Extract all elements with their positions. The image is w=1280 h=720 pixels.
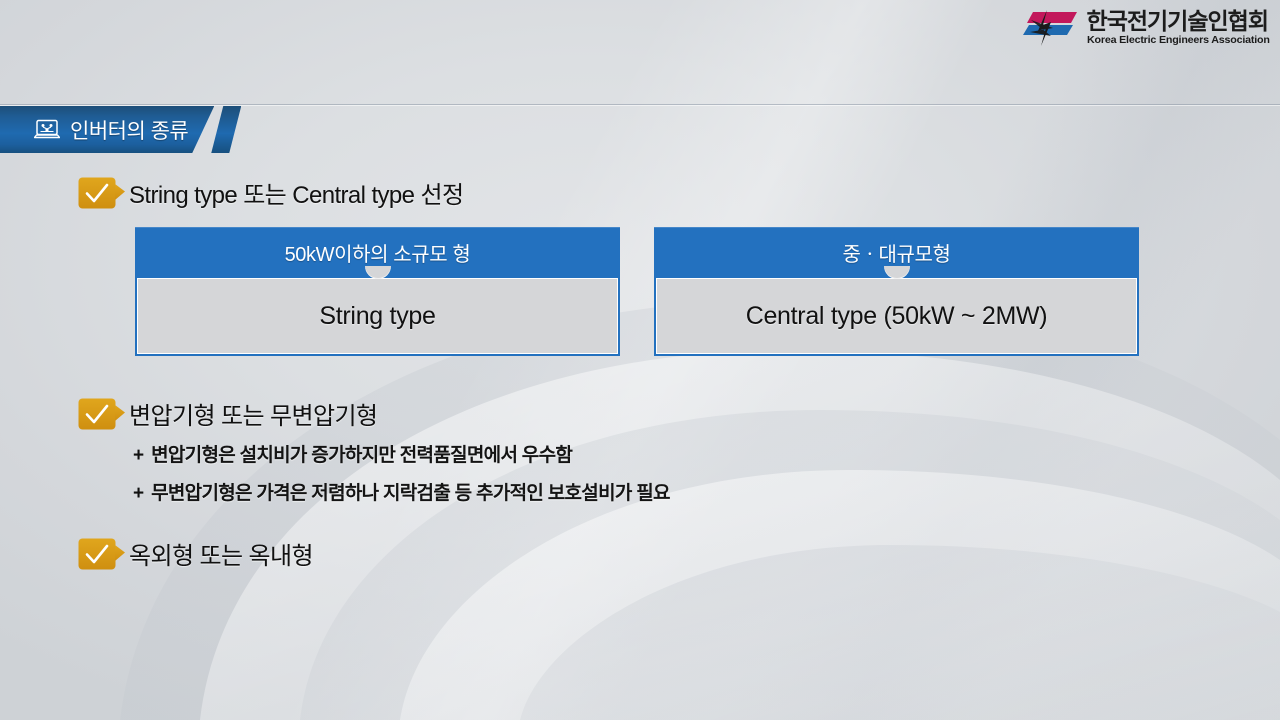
- bullet-item-2: 변압기형 또는 무변압기형: [78, 396, 378, 431]
- check-badge-icon: [78, 538, 125, 570]
- bullet-item-1: String type 또는 Central type 선정: [78, 175, 464, 210]
- section-header-body: 인버터의 종류: [0, 106, 214, 153]
- bullet-item-3: 옥외형 또는 옥내형: [78, 536, 314, 571]
- logo-name-english: Korea Electric Engineers Association: [1086, 34, 1270, 47]
- card-small-scale: 50kW이하의 소규모 형 String type: [135, 227, 620, 356]
- laptop-network-icon: [34, 119, 60, 141]
- card-large-body: Central type (50kW ~ 2MW): [654, 278, 1139, 356]
- check-badge-icon: [78, 398, 125, 430]
- bullet-label-2: 변압기형 또는 무변압기형: [129, 403, 378, 430]
- card-small-header: 50kW이하의 소규모 형: [135, 227, 620, 279]
- logo-text-block: 한국전기기술인협회 Korea Electric Engineers Assoc…: [1086, 8, 1270, 46]
- bullet-label-3: 옥외형 또는 옥내형: [129, 543, 314, 570]
- card-large-scale: 중ㆍ대규모형 Central type (50kW ~ 2MW): [654, 227, 1139, 356]
- card-large-header: 중ㆍ대규모형: [654, 227, 1139, 279]
- card-small-notch: [364, 266, 391, 279]
- bullet-label-1: String type 또는 Central type 선정: [129, 182, 464, 209]
- section-header-tab: 인버터의 종류: [0, 106, 242, 153]
- section-tab-slash: [211, 106, 242, 153]
- card-small-body: String type: [135, 278, 620, 356]
- sub-item-1: + 변압기형은 설치비가 증가하지만 전력품질면에서 우수함: [133, 440, 573, 467]
- logo-name-korean: 한국전기기술인협회: [1086, 8, 1269, 35]
- sub-item-label-2: 무변압기형은 가격은 저렴하나 지락검출 등 추가적인 보호설비가 필요: [151, 483, 670, 504]
- slide: 한국전기기술인협회 Korea Electric Engineers Assoc…: [0, 0, 1280, 720]
- sub-item-2: + 무변압기형은 가격은 저렴하나 지락검출 등 추가적인 보호설비가 필요: [133, 478, 670, 505]
- kea-logo-mark-icon: [1022, 10, 1077, 46]
- section-title: 인버터의 종류: [70, 119, 189, 143]
- card-small-body-label: String type: [319, 301, 436, 330]
- sub-item-label-1: 변압기형은 설치비가 증가하지만 전력품질면에서 우수함: [151, 445, 573, 466]
- check-badge-icon: [78, 177, 125, 209]
- card-small-header-label: 50kW이하의 소규모 형: [284, 244, 471, 266]
- card-large-header-label: 중ㆍ대규모형: [842, 244, 951, 266]
- card-large-body-label: Central type (50kW ~ 2MW): [745, 301, 1048, 330]
- sub-item-marker: +: [133, 483, 145, 504]
- organization-logo: 한국전기기술인협회 Korea Electric Engineers Assoc…: [1017, 8, 1270, 48]
- sub-item-marker: +: [133, 445, 145, 466]
- card-large-notch: [883, 266, 910, 279]
